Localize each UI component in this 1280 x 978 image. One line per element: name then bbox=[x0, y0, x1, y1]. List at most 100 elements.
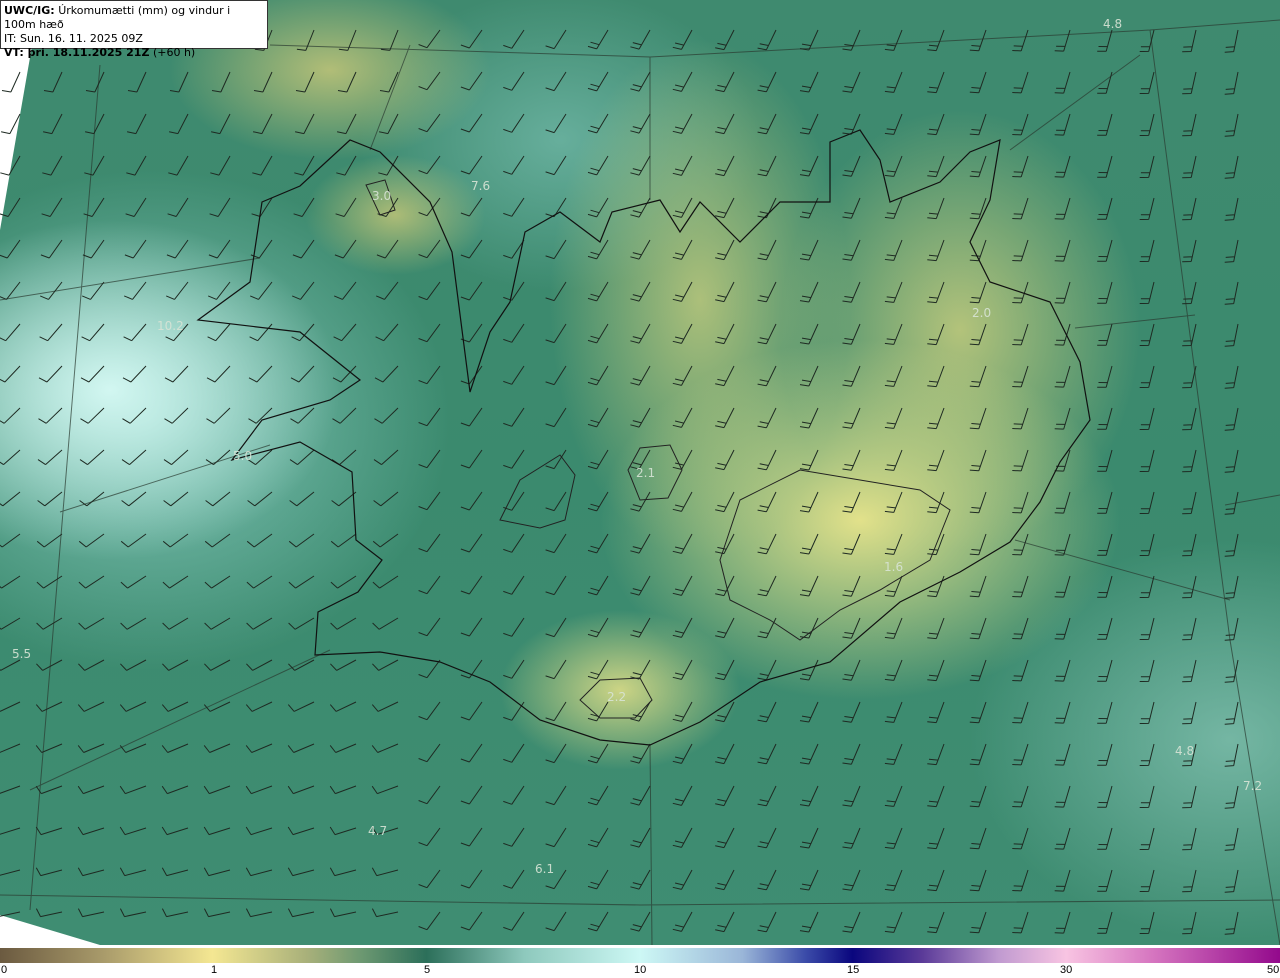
wind-barb bbox=[126, 113, 147, 135]
wind-barb bbox=[161, 826, 189, 836]
wind-barb bbox=[927, 827, 945, 850]
wind-barb bbox=[293, 197, 315, 217]
wind-barb bbox=[715, 407, 735, 429]
wind-barb bbox=[161, 743, 189, 753]
wind-barb bbox=[460, 491, 483, 511]
wind-barb bbox=[1012, 323, 1029, 346]
wind-barb bbox=[757, 701, 777, 723]
wind-barb bbox=[545, 743, 567, 764]
wind-barb bbox=[884, 869, 903, 891]
wind-barb bbox=[246, 659, 273, 671]
wind-barb bbox=[884, 281, 903, 303]
wind-barb bbox=[672, 869, 693, 890]
map-title-box: UWC/IG: Úrkomumætti (mm) og vindur i 100… bbox=[0, 0, 268, 59]
wind-barb bbox=[1054, 239, 1071, 262]
wind-barb bbox=[162, 575, 189, 589]
wind-barb bbox=[1097, 827, 1113, 850]
wind-barb bbox=[799, 323, 819, 345]
wind-barb bbox=[503, 575, 525, 595]
wind-barb bbox=[630, 155, 651, 176]
wind-barb bbox=[1182, 239, 1197, 263]
map-value-label: 1.6 bbox=[884, 560, 904, 574]
wind-barb bbox=[333, 323, 357, 342]
wind-barb bbox=[287, 826, 315, 836]
wind-barb bbox=[1054, 407, 1071, 430]
wind-barb bbox=[1054, 113, 1071, 136]
wind-barb bbox=[1139, 197, 1155, 220]
wind-barb bbox=[460, 701, 483, 721]
wind-barb bbox=[1097, 911, 1113, 934]
wind-barb bbox=[0, 449, 21, 466]
colorbar-tick: 10 bbox=[634, 964, 647, 976]
wind-barb bbox=[545, 281, 567, 302]
wind-barb bbox=[969, 197, 987, 220]
map-value-label: 5.0 bbox=[233, 449, 253, 463]
wind-barb bbox=[329, 743, 357, 753]
wind-barb bbox=[246, 533, 273, 548]
wind-barb bbox=[127, 71, 147, 93]
wind-barb bbox=[969, 323, 987, 346]
wind-barb bbox=[672, 533, 693, 554]
wind-barb bbox=[757, 659, 777, 681]
wind-barb bbox=[842, 533, 861, 555]
wind-barb bbox=[418, 785, 441, 805]
wind-barb bbox=[927, 491, 945, 514]
wind-barb bbox=[630, 491, 651, 512]
wind-barb bbox=[374, 407, 399, 424]
wind-barb bbox=[1139, 113, 1155, 136]
wind-barb bbox=[0, 743, 21, 753]
wind-barb bbox=[757, 617, 777, 639]
wind-barb bbox=[460, 827, 483, 847]
wind-barb bbox=[1182, 197, 1197, 221]
wind-barb bbox=[77, 826, 105, 836]
wind-barb bbox=[375, 323, 399, 342]
wind-barb bbox=[79, 449, 105, 466]
wind-barb bbox=[1224, 743, 1239, 767]
wind-barb bbox=[42, 113, 63, 135]
wind-barb bbox=[927, 323, 945, 346]
vatnajokull-outline bbox=[719, 469, 951, 641]
wind-barb bbox=[587, 113, 609, 134]
wind-barb bbox=[630, 617, 651, 638]
wind-barb bbox=[545, 659, 567, 680]
wind-barb bbox=[587, 491, 609, 512]
wind-barb bbox=[1012, 827, 1029, 850]
wind-barb bbox=[1224, 827, 1239, 851]
wind-barb bbox=[715, 827, 735, 849]
wind-barb bbox=[332, 407, 357, 424]
wind-barb bbox=[842, 617, 861, 639]
wind-barb bbox=[460, 323, 483, 343]
wind-barb bbox=[630, 659, 651, 680]
wind-barb bbox=[1054, 701, 1071, 724]
wind-barb bbox=[246, 575, 273, 589]
wind-barb bbox=[1139, 785, 1155, 808]
wind-barb bbox=[587, 323, 609, 344]
wind-barb bbox=[294, 155, 315, 176]
wind-barb bbox=[545, 365, 567, 386]
wind-barb bbox=[1054, 785, 1071, 808]
wind-barb bbox=[1224, 701, 1239, 725]
wind-barb bbox=[545, 71, 567, 92]
wind-barb bbox=[80, 407, 105, 424]
wind-barb bbox=[884, 449, 903, 471]
wind-barb bbox=[1139, 911, 1155, 934]
wind-barb bbox=[287, 785, 315, 795]
wind-barb bbox=[245, 743, 273, 753]
wind-barb bbox=[330, 533, 357, 548]
wind-barb bbox=[1054, 491, 1071, 514]
wind-barb bbox=[1012, 575, 1029, 598]
wind-barb bbox=[757, 239, 777, 261]
wind-barb bbox=[294, 113, 315, 135]
wind-barb bbox=[460, 911, 483, 931]
wind-barb bbox=[1054, 29, 1071, 52]
wind-barb bbox=[0, 785, 21, 794]
wind-barb bbox=[503, 827, 525, 847]
wind-barb bbox=[80, 365, 105, 383]
wind-barb bbox=[78, 533, 105, 548]
wind-barb bbox=[927, 449, 945, 472]
wind-barb bbox=[460, 113, 483, 133]
wind-barb bbox=[460, 407, 483, 427]
wind-barb bbox=[757, 155, 777, 177]
wind-barb bbox=[460, 533, 483, 553]
wind-barb bbox=[969, 911, 987, 934]
